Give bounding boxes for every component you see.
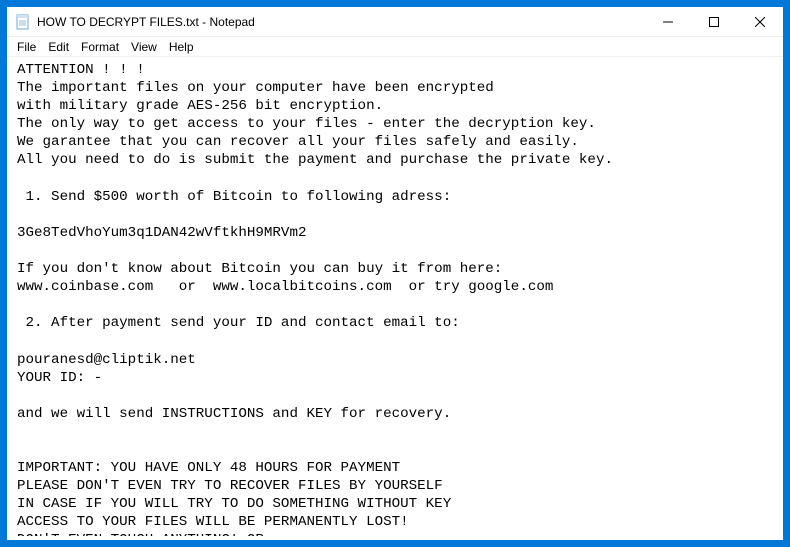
menu-edit[interactable]: Edit: [42, 38, 75, 56]
menu-format[interactable]: Format: [75, 38, 125, 56]
maximize-icon: [709, 17, 719, 27]
window-controls: [645, 7, 783, 36]
close-icon: [755, 17, 765, 27]
menubar: File Edit Format View Help: [7, 37, 783, 57]
close-button[interactable]: [737, 7, 783, 37]
menu-help[interactable]: Help: [163, 38, 200, 56]
minimize-button[interactable]: [645, 7, 691, 37]
minimize-icon: [663, 17, 673, 27]
titlebar[interactable]: HOW TO DECRYPT FILES.txt - Notepad: [7, 7, 783, 37]
content-area: [7, 57, 783, 540]
menu-view[interactable]: View: [125, 38, 163, 56]
text-editor[interactable]: [17, 61, 773, 536]
notepad-icon: [15, 14, 31, 30]
menu-file[interactable]: File: [11, 38, 42, 56]
window-title: HOW TO DECRYPT FILES.txt - Notepad: [37, 15, 255, 29]
maximize-button[interactable]: [691, 7, 737, 37]
notepad-window: HOW TO DECRYPT FILES.txt - Notepad: [6, 6, 784, 541]
title-area: HOW TO DECRYPT FILES.txt - Notepad: [7, 14, 645, 30]
